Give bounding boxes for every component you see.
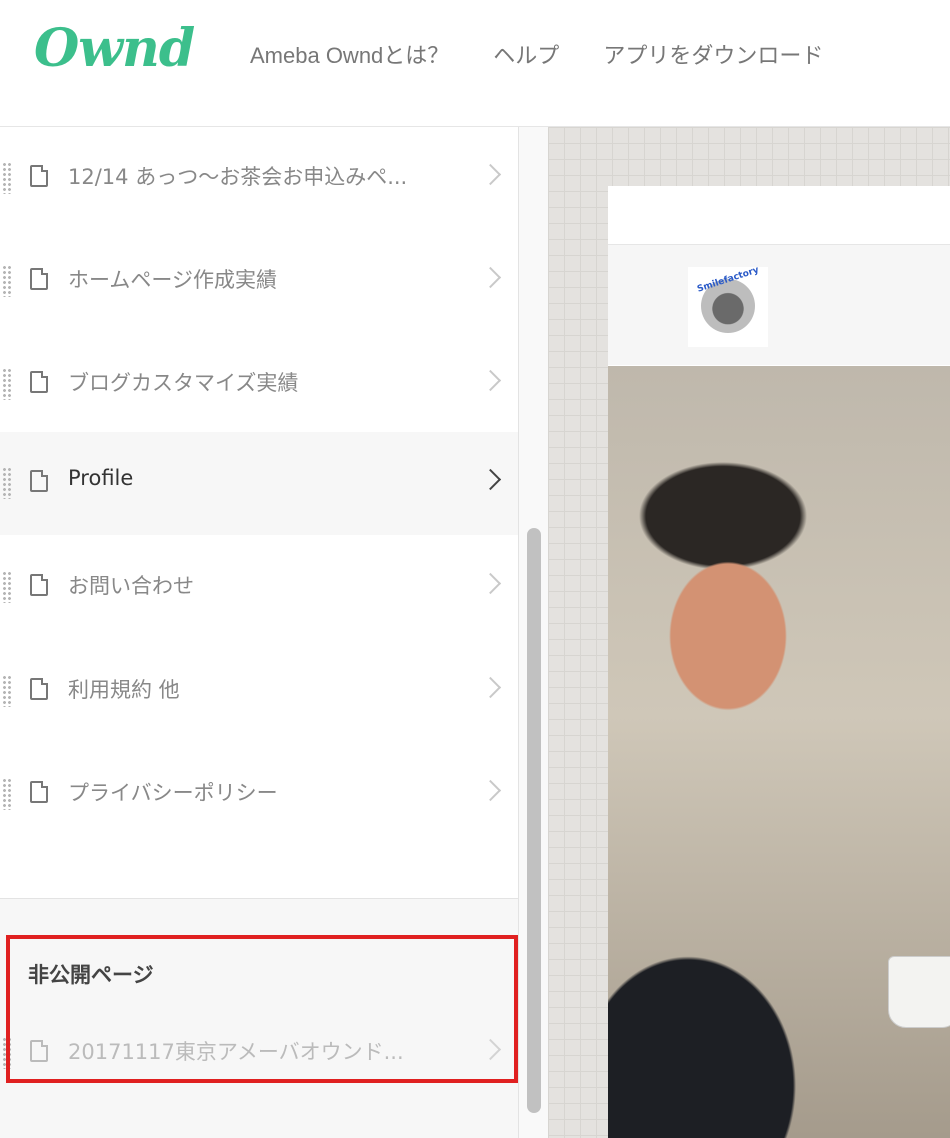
page-item-label: Profile — [68, 466, 134, 490]
drag-handle-icon[interactable] — [2, 675, 12, 707]
site-preview-pane: Smilefactory — [548, 127, 950, 1138]
page-item-label: お問い合わせ — [68, 574, 194, 598]
chevron-right-icon — [479, 676, 502, 699]
page-item-label: 20171117東京アメーバオウンド... — [68, 1040, 404, 1064]
profile-photo — [608, 366, 950, 1138]
ownd-logo[interactable]: Ownd — [34, 18, 195, 79]
page-item[interactable]: お問い合わせ — [0, 536, 518, 639]
page-item-label: プライバシーポリシー — [68, 781, 278, 805]
page-document-icon — [30, 1040, 48, 1062]
sidebar-scrollbar-thumb[interactable] — [527, 528, 541, 1113]
chevron-right-icon — [479, 779, 502, 802]
chevron-right-icon — [479, 468, 502, 491]
page-item-active[interactable]: Profile — [0, 432, 518, 535]
drag-handle-icon[interactable] — [2, 1037, 12, 1069]
site-header-area — [608, 245, 950, 365]
drag-handle-icon[interactable] — [2, 368, 12, 400]
page-list-sidebar: 12/14 あっつ〜お茶会お申込みペ... ホームページ作成実績 ブログカスタマ… — [0, 127, 519, 1138]
chevron-right-icon — [479, 163, 502, 186]
drag-handle-icon[interactable] — [2, 265, 12, 297]
page-item[interactable]: 利用規約 他 — [0, 640, 518, 743]
site-topbar — [608, 186, 950, 245]
page-document-icon — [30, 781, 48, 803]
nav-help-link[interactable]: ヘルプ — [493, 38, 559, 70]
header-nav: Ameba Owndとは？ ヘルプ アプリをダウンロード — [250, 38, 867, 70]
page-document-icon — [30, 371, 48, 393]
nav-download-app-link[interactable]: アプリをダウンロード — [603, 38, 823, 70]
page-document-icon — [30, 165, 48, 187]
page-item[interactable]: 12/14 あっつ〜お茶会お申込みペ... — [0, 127, 518, 230]
private-page-item[interactable]: 20171117東京アメーバオウンド... — [0, 1002, 518, 1105]
private-pages-section: 非公開ページ 20171117東京アメーバオウンド... — [0, 898, 518, 1138]
site-logo-image[interactable]: Smilefactory — [688, 265, 768, 347]
page-item[interactable]: プライバシーポリシー — [0, 743, 518, 846]
page-item-label: ホームページ作成実績 — [68, 268, 277, 292]
coffee-cup-shape — [888, 956, 950, 1028]
page-item-label: 利用規約 他 — [68, 678, 180, 702]
nav-about-link[interactable]: Ameba Owndとは？ — [250, 38, 449, 70]
site-preview-card: Smilefactory — [608, 186, 950, 1138]
page-item-label: ブログカスタマイズ実績 — [68, 371, 299, 395]
page-item-label: 12/14 あっつ〜お茶会お申込みペ... — [68, 165, 408, 189]
drag-handle-icon[interactable] — [2, 467, 12, 499]
drag-handle-icon[interactable] — [2, 778, 12, 810]
page-document-icon — [30, 268, 48, 290]
private-pages-title: 非公開ページ — [28, 963, 154, 987]
chevron-right-icon — [479, 369, 502, 392]
chevron-right-icon — [479, 572, 502, 595]
chevron-right-icon — [479, 266, 502, 289]
page-item[interactable]: ブログカスタマイズ実績 — [0, 333, 518, 436]
drag-handle-icon[interactable] — [2, 571, 12, 603]
drag-handle-icon[interactable] — [2, 162, 12, 194]
page-document-icon — [30, 574, 48, 596]
page-document-icon — [30, 470, 48, 492]
app-header: Ownd Ameba Owndとは？ ヘルプ アプリをダウンロード — [0, 0, 950, 127]
page-document-icon — [30, 678, 48, 700]
chevron-right-icon — [479, 1038, 502, 1061]
page-item[interactable]: ホームページ作成実績 — [0, 230, 518, 333]
